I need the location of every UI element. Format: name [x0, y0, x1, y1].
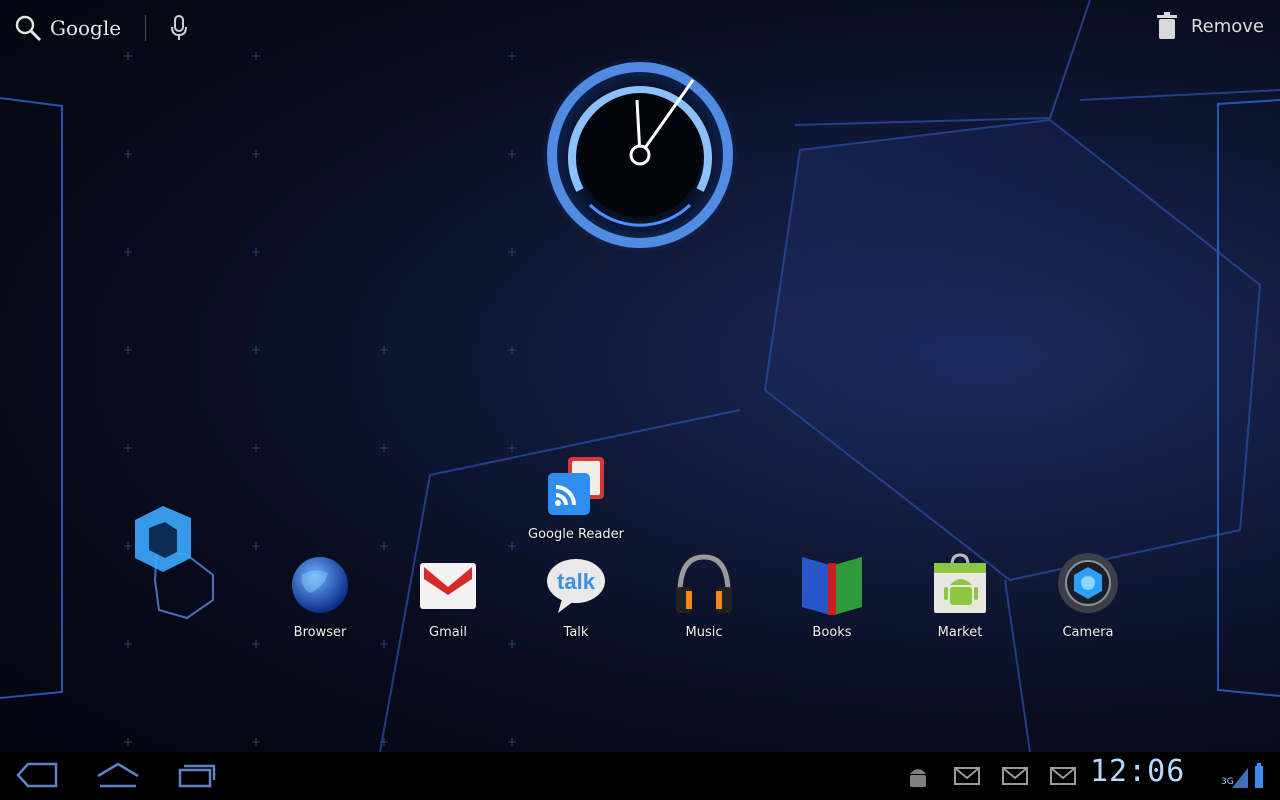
books-icon — [802, 557, 862, 615]
svg-text:talk: talk — [557, 569, 596, 594]
music-icon — [676, 554, 732, 613]
market-icon — [934, 553, 986, 613]
app-google-reader[interactable]: Google Reader — [521, 455, 631, 542]
app-talk[interactable]: talk Talk — [521, 553, 631, 640]
app-label: Google Reader — [528, 527, 624, 542]
app-books[interactable]: Books — [777, 553, 887, 640]
app-market[interactable]: Market — [905, 553, 1015, 640]
cube-widget[interactable] — [125, 500, 220, 620]
microphone-icon[interactable] — [170, 14, 188, 42]
back-button[interactable] — [16, 760, 58, 790]
app-label: Music — [685, 625, 723, 640]
app-label: Camera — [1062, 625, 1114, 640]
app-camera[interactable]: Camera — [1033, 553, 1143, 640]
google-reader-icon — [548, 457, 604, 515]
app-label: Books — [812, 625, 852, 640]
trash-icon — [1156, 12, 1177, 39]
app-music[interactable]: Music — [649, 553, 759, 640]
analog-clock-widget[interactable] — [540, 55, 740, 255]
signal-strength-icon — [1232, 768, 1248, 788]
search-icon — [15, 15, 42, 42]
divider — [145, 15, 147, 41]
app-browser[interactable]: Browser — [265, 553, 375, 640]
app-label: Talk — [563, 625, 589, 640]
clock-time[interactable]: 12:06 — [1090, 754, 1185, 789]
remove-drop-target[interactable]: Remove — [1156, 12, 1264, 40]
system-bar: 12:06 3G — [0, 752, 1280, 800]
gmail-notification-icon[interactable] — [1002, 760, 1028, 790]
app-label: Browser — [293, 625, 347, 640]
app-label: Market — [937, 625, 983, 640]
browser-icon — [292, 557, 348, 613]
recent-apps-button[interactable] — [176, 760, 218, 790]
home-button[interactable] — [96, 760, 140, 790]
gmail-notification-icon[interactable] — [1050, 760, 1076, 790]
search-label: Google — [50, 16, 122, 40]
remove-label: Remove — [1190, 15, 1264, 37]
battery-icon — [1255, 763, 1263, 788]
gmail-icon — [420, 563, 476, 609]
gmail-notification-icon[interactable] — [954, 760, 980, 790]
app-label: Gmail — [429, 625, 467, 640]
camera-icon — [1058, 553, 1118, 613]
app-gmail[interactable]: Gmail — [393, 553, 503, 640]
talk-icon: talk — [547, 559, 605, 613]
google-search-bar[interactable]: Google — [14, 10, 188, 46]
android-debug-icon[interactable] — [906, 760, 930, 790]
